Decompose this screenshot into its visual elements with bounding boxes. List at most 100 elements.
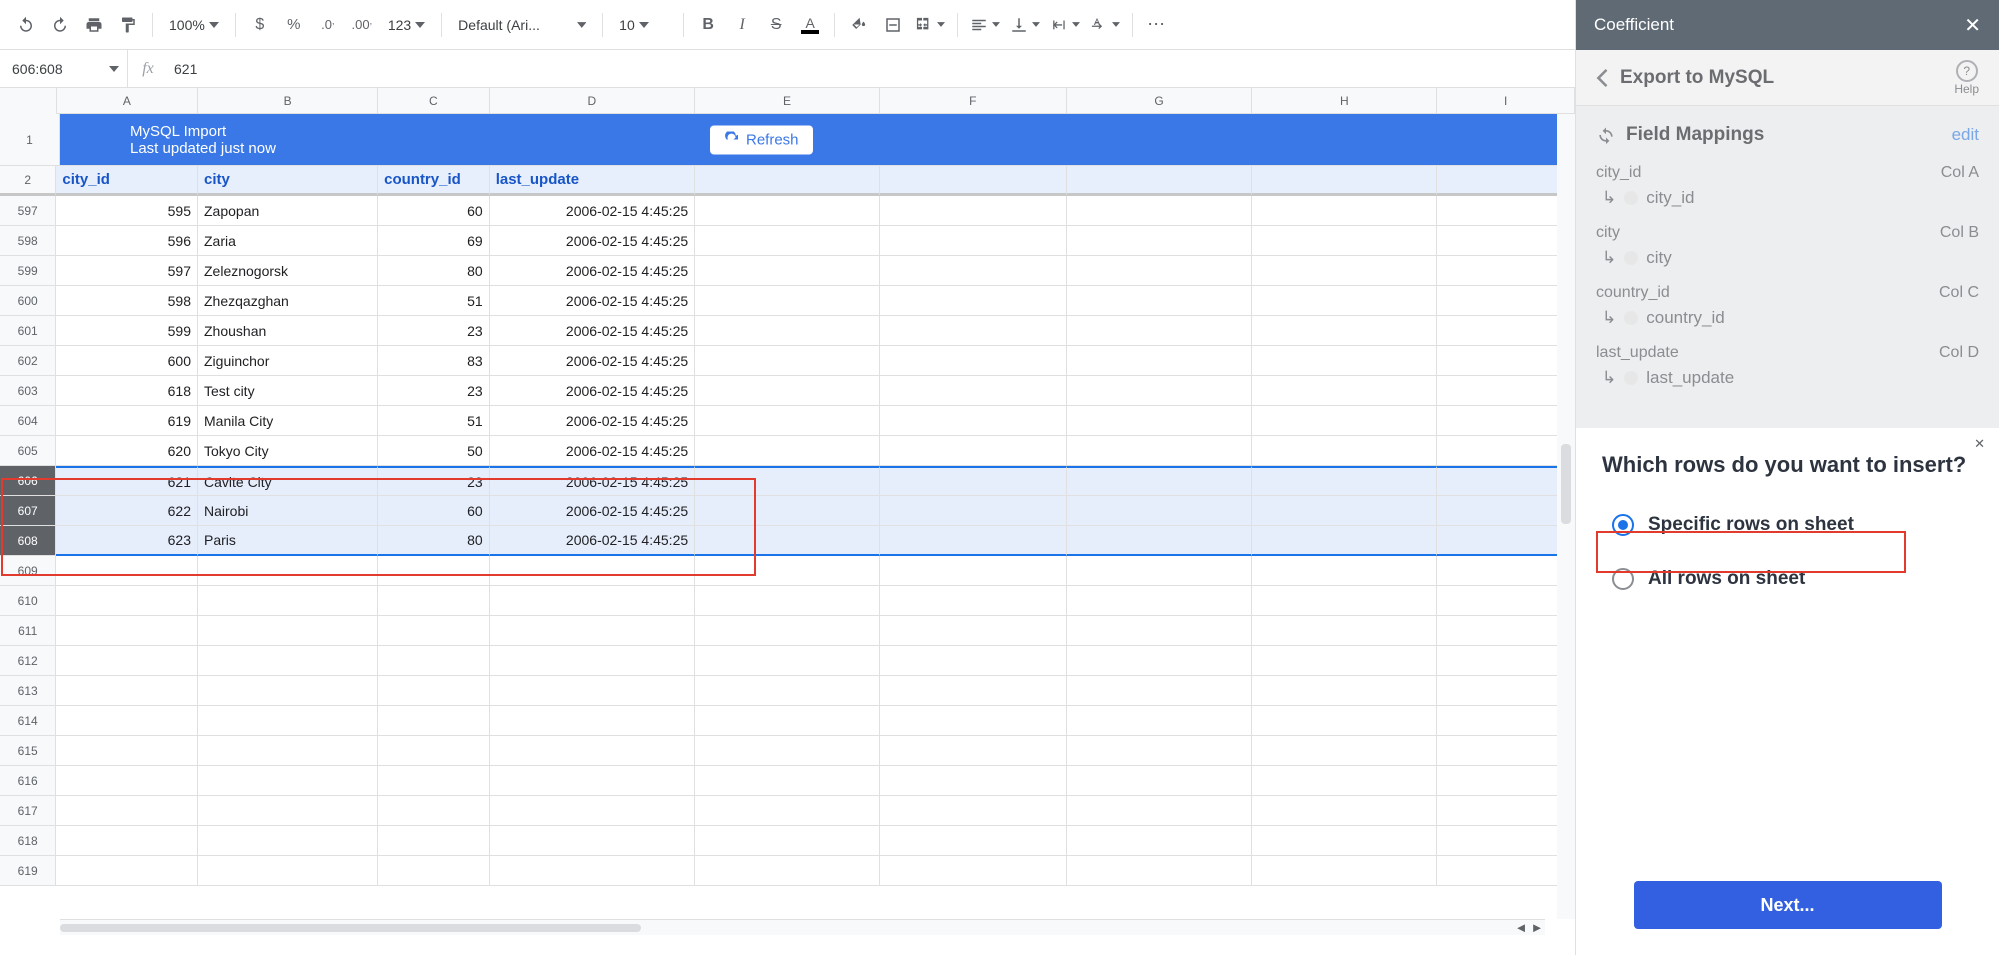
cell[interactable] xyxy=(1252,436,1437,466)
cell[interactable] xyxy=(378,646,490,676)
text-rotation-select[interactable] xyxy=(1088,11,1122,39)
cell[interactable] xyxy=(1252,286,1437,316)
col-header-A[interactable]: A xyxy=(57,88,198,113)
cell[interactable]: Paris xyxy=(198,526,378,556)
row-header-1[interactable]: 1 xyxy=(0,114,60,166)
header-last-update[interactable]: last_update xyxy=(490,166,695,196)
scroll-right-icon[interactable]: ► xyxy=(1529,920,1545,936)
cell[interactable] xyxy=(1252,616,1437,646)
cell[interactable] xyxy=(695,466,880,496)
print-icon[interactable] xyxy=(80,11,108,39)
cell[interactable] xyxy=(695,256,880,286)
cell[interactable] xyxy=(490,616,695,646)
cell[interactable] xyxy=(880,256,1067,286)
cell[interactable] xyxy=(695,676,880,706)
cell[interactable] xyxy=(1252,826,1437,856)
cell[interactable] xyxy=(378,706,490,736)
cell[interactable] xyxy=(1437,226,1575,256)
cell[interactable] xyxy=(1437,376,1575,406)
decrease-decimal-icon[interactable]: .0, xyxy=(314,11,342,39)
font-size-select[interactable]: 10 xyxy=(613,11,673,39)
cell[interactable] xyxy=(56,856,198,886)
row-header[interactable]: 601 xyxy=(0,316,56,346)
cell[interactable] xyxy=(490,676,695,706)
cell[interactable] xyxy=(1437,856,1575,886)
cell[interactable]: 23 xyxy=(378,466,490,496)
header-empty-f[interactable] xyxy=(880,166,1067,196)
row-header[interactable]: 597 xyxy=(0,196,56,226)
col-header-F[interactable]: F xyxy=(880,88,1067,113)
merge-cells-select[interactable] xyxy=(913,11,947,39)
cell[interactable]: Nairobi xyxy=(198,496,378,526)
cell[interactable] xyxy=(880,286,1067,316)
cell[interactable] xyxy=(880,226,1067,256)
formula-input[interactable] xyxy=(168,61,1575,77)
cell[interactable] xyxy=(880,706,1067,736)
cell[interactable] xyxy=(1067,526,1253,556)
paint-format-icon[interactable] xyxy=(114,11,142,39)
cell[interactable] xyxy=(1252,196,1437,226)
cell[interactable] xyxy=(1437,736,1575,766)
cell[interactable]: Zapopan xyxy=(198,196,378,226)
cell[interactable] xyxy=(56,796,198,826)
zoom-select[interactable]: 100% xyxy=(163,11,225,39)
cell[interactable]: 51 xyxy=(378,406,490,436)
row-header[interactable]: 616 xyxy=(0,766,56,796)
cell[interactable] xyxy=(1067,196,1253,226)
cell[interactable] xyxy=(1252,256,1437,286)
cell[interactable]: 2006-02-15 4:45:25 xyxy=(490,226,695,256)
row-header[interactable]: 615 xyxy=(0,736,56,766)
cell[interactable] xyxy=(1067,226,1253,256)
cell[interactable] xyxy=(1067,826,1253,856)
cell[interactable] xyxy=(880,556,1067,586)
borders-icon[interactable] xyxy=(879,11,907,39)
cell[interactable] xyxy=(1437,676,1575,706)
row-header[interactable]: 603 xyxy=(0,376,56,406)
cell[interactable] xyxy=(56,646,198,676)
text-wrap-select[interactable] xyxy=(1048,11,1082,39)
cell[interactable] xyxy=(378,796,490,826)
cell[interactable] xyxy=(1067,556,1253,586)
cell[interactable]: Ziguinchor xyxy=(198,346,378,376)
row-header[interactable]: 602 xyxy=(0,346,56,376)
cell[interactable] xyxy=(1067,796,1253,826)
select-all-corner[interactable] xyxy=(0,88,57,114)
cell[interactable] xyxy=(198,736,378,766)
refresh-button[interactable]: Refresh xyxy=(710,125,813,154)
row-header[interactable]: 599 xyxy=(0,256,56,286)
cell[interactable] xyxy=(56,766,198,796)
row-header[interactable]: 613 xyxy=(0,676,56,706)
cell[interactable] xyxy=(1067,736,1253,766)
undo-icon[interactable] xyxy=(12,11,40,39)
row-header[interactable]: 619 xyxy=(0,856,56,886)
cell[interactable] xyxy=(880,406,1067,436)
cell[interactable] xyxy=(378,856,490,886)
scroll-left-icon[interactable]: ◄ xyxy=(1513,920,1529,936)
row-header[interactable]: 611 xyxy=(0,616,56,646)
cell[interactable] xyxy=(56,556,198,586)
redo-icon[interactable] xyxy=(46,11,74,39)
cell[interactable] xyxy=(1067,256,1253,286)
cell[interactable] xyxy=(1252,586,1437,616)
cell[interactable]: Cavite City xyxy=(198,466,378,496)
cell[interactable] xyxy=(490,646,695,676)
cell[interactable] xyxy=(1067,436,1253,466)
col-header-C[interactable]: C xyxy=(378,88,489,113)
cell[interactable]: 619 xyxy=(56,406,198,436)
cell[interactable] xyxy=(695,436,880,466)
cell[interactable] xyxy=(880,736,1067,766)
row-header[interactable]: 600 xyxy=(0,286,56,316)
cell[interactable] xyxy=(880,376,1067,406)
cell[interactable]: Tokyo City xyxy=(198,436,378,466)
row-header[interactable]: 598 xyxy=(0,226,56,256)
cell[interactable] xyxy=(1252,376,1437,406)
cell[interactable] xyxy=(490,706,695,736)
cell[interactable] xyxy=(1437,496,1575,526)
cell[interactable] xyxy=(1252,646,1437,676)
cell[interactable]: 2006-02-15 4:45:25 xyxy=(490,196,695,226)
cell[interactable] xyxy=(1252,856,1437,886)
more-icon[interactable]: ⋯ xyxy=(1143,11,1171,39)
cell[interactable] xyxy=(198,646,378,676)
fill-color-icon[interactable] xyxy=(845,11,873,39)
cell[interactable] xyxy=(880,796,1067,826)
